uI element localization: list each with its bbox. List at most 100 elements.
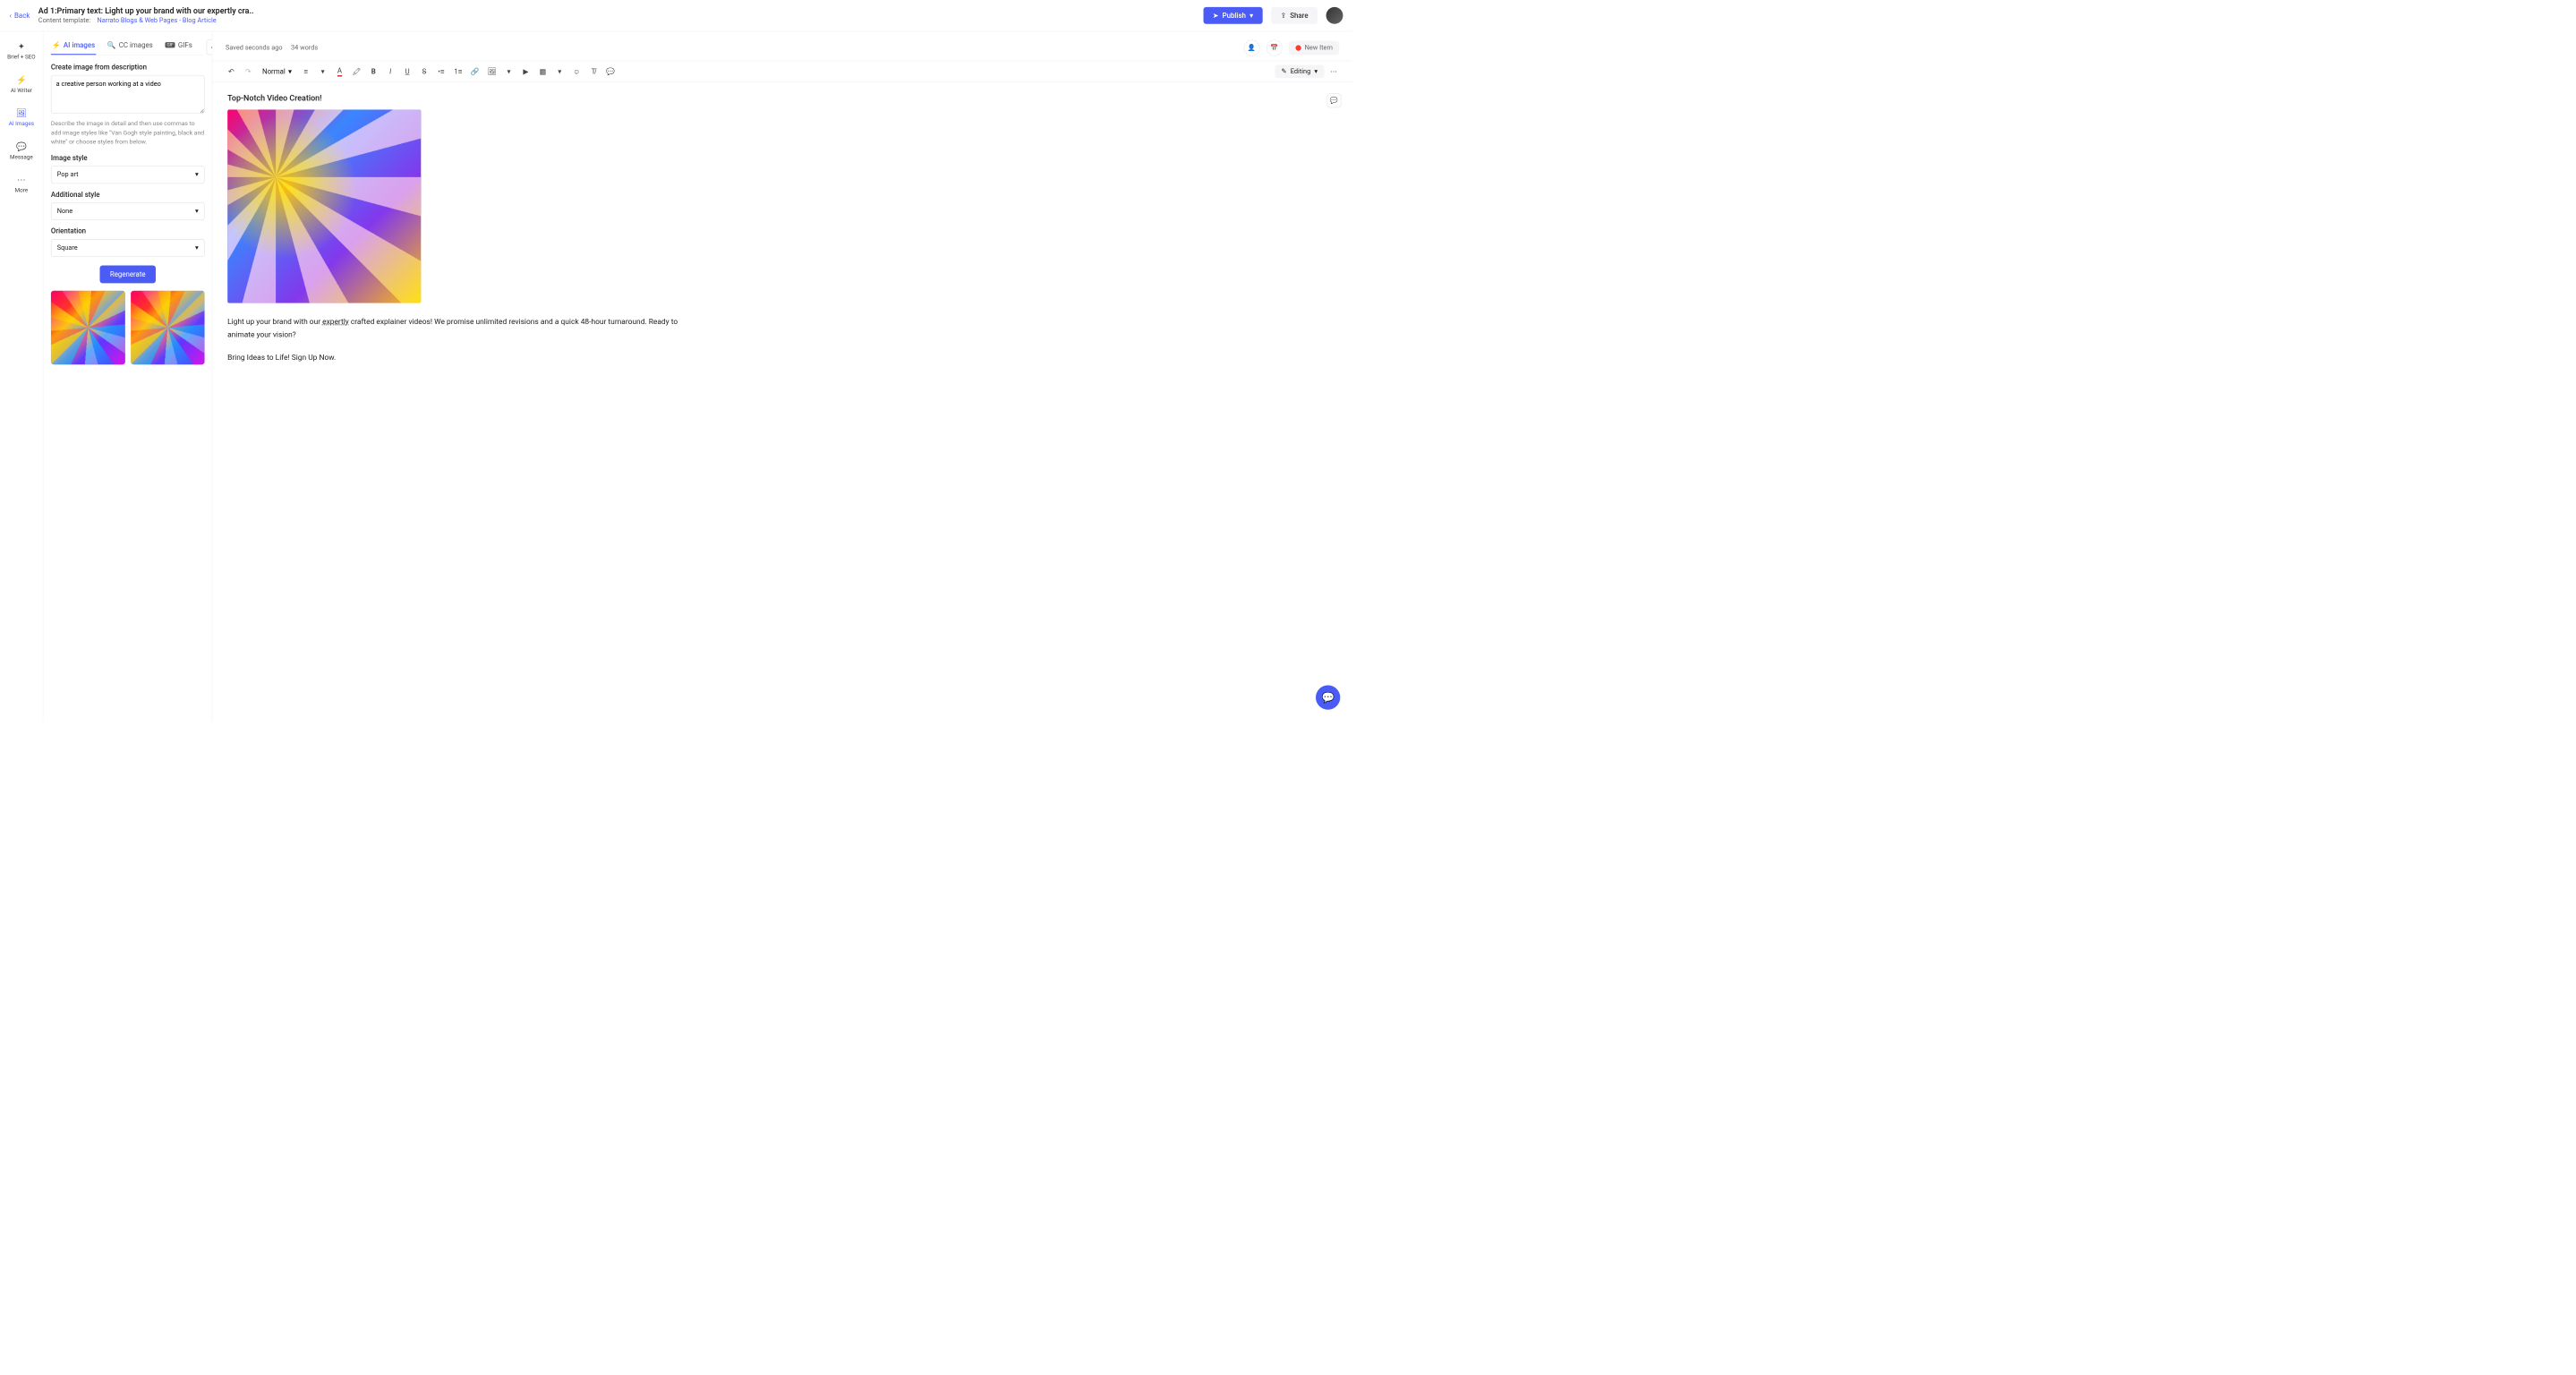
tab-gifs[interactable]: GIF GIFs <box>164 38 193 56</box>
rail-label: AI Writer <box>11 87 32 93</box>
clear-format-button[interactable]: T̸ <box>586 64 601 79</box>
rail-ai-images[interactable]: 🖼 AI Images <box>3 105 40 131</box>
rail-message[interactable]: 💬 Message <box>3 138 40 164</box>
chevron-down-icon: ▾ <box>508 67 511 75</box>
calendar-icon: 📅 <box>1270 44 1278 51</box>
select-value: None <box>57 208 73 215</box>
pencil-icon: ✎ <box>1281 68 1286 75</box>
underline-button[interactable]: U <box>400 64 415 79</box>
tab-label: AI images <box>64 41 95 49</box>
italic-button[interactable]: I <box>383 64 398 79</box>
image-button[interactable]: 🖼 <box>484 64 499 79</box>
chevron-left-icon: ‹ <box>10 12 12 20</box>
video-button[interactable]: ▶ <box>518 64 533 79</box>
back-button[interactable]: ‹ Back <box>10 12 30 20</box>
toolbar-overflow-button[interactable]: ⋯ <box>1326 64 1342 79</box>
rail-more[interactable]: ⋯ More <box>3 172 40 198</box>
table-more-button[interactable]: ▾ <box>552 64 567 79</box>
editor-toolbar: ↶ ↷ Normal ▾ ≡ ▾ A 🖍 B I U S •≡ 1≡ 🔗 🖼 ▾ <box>212 61 1352 82</box>
add-comment-button[interactable]: 💬 <box>1327 93 1342 107</box>
image-style-select[interactable]: Pop art ▾ <box>51 166 205 184</box>
panel-collapse-button[interactable]: ‹ <box>206 40 212 56</box>
bullet-list-icon: •≡ <box>438 67 444 75</box>
number-list-button[interactable]: 1≡ <box>450 64 465 79</box>
generated-thumb-2[interactable] <box>131 291 205 365</box>
add-collaborator-button[interactable]: 👤 <box>1243 40 1259 56</box>
select-value: Square <box>57 244 78 252</box>
chat-icon: 💬 <box>16 142 27 152</box>
paragraph-1: Light up your brand with our expertly cr… <box>227 315 678 341</box>
align-more-button[interactable]: ▾ <box>315 64 330 79</box>
tab-ai-images[interactable]: ⚡ AI images <box>51 38 96 56</box>
help-fab[interactable]: 💬 <box>1316 685 1340 709</box>
page-title: Ad 1:Primary text: Light up your brand w… <box>38 6 1195 15</box>
share-button[interactable]: ⇪ Share <box>1271 7 1318 24</box>
redo-button[interactable]: ↷ <box>241 64 256 79</box>
top-bar: ‹ Back Ad 1:Primary text: Light up your … <box>0 0 1352 31</box>
rail-brief-seo[interactable]: ✦ Brief + SEO <box>3 38 40 64</box>
rail-label: Brief + SEO <box>7 54 35 60</box>
more-icon: ⋯ <box>17 175 25 185</box>
schedule-button[interactable]: 📅 <box>1267 40 1283 56</box>
inserted-image[interactable] <box>227 109 421 303</box>
select-value: Pop art <box>57 171 79 178</box>
doc-heading: Top-Notch Video Creation! <box>227 93 1337 103</box>
status-chip[interactable]: New Item <box>1289 41 1339 56</box>
orientation-select[interactable]: Square ▾ <box>51 239 205 257</box>
spellcheck-word[interactable]: expertly <box>322 317 349 326</box>
template-link[interactable]: Narrato Blogs & Web Pages - Blog Article <box>97 17 216 24</box>
emoji-button[interactable]: ☺ <box>569 64 584 79</box>
paragraph-style-select[interactable]: Normal ▾ <box>258 64 296 79</box>
status-label: New Item <box>1305 44 1333 51</box>
rail-ai-writer[interactable]: ⚡ AI Writer <box>3 72 40 98</box>
image-icon: 🖼 <box>488 67 497 75</box>
align-left-icon: ≡ <box>303 67 308 75</box>
tab-cc-images[interactable]: 🔍 CC images <box>107 38 154 56</box>
strike-button[interactable]: S <box>417 64 432 79</box>
generated-thumb-1[interactable] <box>51 291 125 365</box>
undo-button[interactable]: ↶ <box>224 64 239 79</box>
link-button[interactable]: 🔗 <box>467 64 482 79</box>
additional-style-label: Additional style <box>51 190 205 198</box>
editing-mode-select[interactable]: ✎ Editing ▾ <box>1275 64 1324 78</box>
document-body[interactable]: 💬 Top-Notch Video Creation! Light up you… <box>212 82 1352 722</box>
saved-status: Saved seconds ago <box>226 44 283 51</box>
chevron-down-icon: ▾ <box>321 67 325 75</box>
paragraph-2: Bring Ideas to Life! Sign Up Now. <box>227 351 678 363</box>
link-icon: 🔗 <box>471 67 480 75</box>
back-label: Back <box>14 12 30 20</box>
panel-tabs: ⚡ AI images 🔍 CC images GIF GIFs <box>51 38 205 56</box>
publish-button[interactable]: ➤ Publish ▾ <box>1203 7 1262 24</box>
rail-label: Message <box>10 154 33 160</box>
clear-format-icon: T̸ <box>592 67 596 75</box>
rail-label: More <box>15 187 29 193</box>
bullet-list-button[interactable]: •≡ <box>433 64 448 79</box>
target-icon: ✦ <box>18 42 25 52</box>
sidebar-rail: ✦ Brief + SEO ⚡ AI Writer 🖼 AI Images 💬 … <box>0 31 43 722</box>
table-button[interactable]: ▦ <box>535 64 550 79</box>
gif-badge-icon: GIF <box>165 42 175 47</box>
rail-label: AI Images <box>9 120 34 126</box>
chevron-down-icon: ▾ <box>288 67 292 75</box>
align-button[interactable]: ≡ <box>298 64 313 79</box>
user-avatar[interactable] <box>1326 7 1343 24</box>
emoji-icon: ☺ <box>573 67 580 75</box>
comment-button[interactable]: 💬 <box>602 64 618 79</box>
play-icon: ▶ <box>523 67 528 75</box>
orientation-label: Orientation <box>51 226 205 235</box>
subtitle: Content template: Narrato Blogs & Web Pa… <box>38 17 1195 24</box>
underline-icon: U <box>405 67 410 75</box>
additional-style-select[interactable]: None ▾ <box>51 202 205 220</box>
send-icon: ➤ <box>1213 12 1219 20</box>
chevron-left-icon: ‹ <box>211 44 213 51</box>
prompt-input[interactable] <box>51 75 205 114</box>
image-more-button[interactable]: ▾ <box>501 64 516 79</box>
regenerate-button[interactable]: Regenerate <box>99 265 156 283</box>
number-list-icon: 1≡ <box>454 67 462 75</box>
tab-label: GIFs <box>178 41 192 49</box>
highlight-button[interactable]: 🖍 <box>349 64 364 79</box>
comment-plus-icon: 💬 <box>1330 97 1338 104</box>
text-color-button[interactable]: A <box>332 64 347 79</box>
italic-icon: I <box>389 67 391 75</box>
bold-button[interactable]: B <box>366 64 381 79</box>
